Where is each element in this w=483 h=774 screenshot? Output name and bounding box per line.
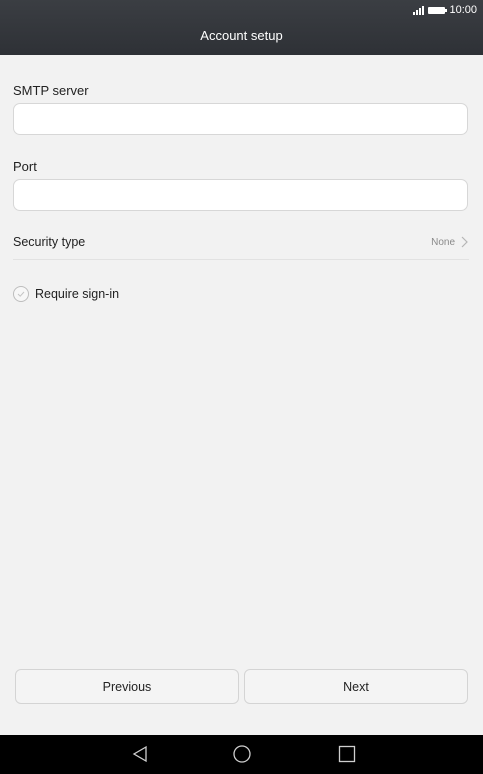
- port-input[interactable]: [13, 179, 468, 211]
- security-type-value-group: None: [431, 236, 469, 248]
- checkbox-circle-icon: [13, 286, 29, 302]
- next-button[interactable]: Next: [244, 669, 468, 704]
- status-time: 10:00: [449, 4, 477, 16]
- app-bar: 10:00 Account setup: [0, 0, 483, 55]
- battery-icon: [428, 6, 448, 14]
- previous-button[interactable]: Previous: [15, 669, 239, 704]
- smtp-server-label: SMTP server: [13, 83, 89, 98]
- signal-icon: [413, 5, 425, 15]
- status-bar: 10:00: [413, 2, 477, 18]
- navigation-bar: [0, 735, 483, 774]
- recent-apps-icon[interactable]: [336, 743, 358, 765]
- chevron-right-icon: [461, 236, 468, 248]
- back-icon[interactable]: [129, 743, 151, 765]
- security-type-row[interactable]: Security type None: [13, 226, 469, 260]
- smtp-server-input[interactable]: [13, 103, 468, 135]
- home-icon[interactable]: [231, 743, 253, 765]
- security-type-value: None: [431, 236, 455, 248]
- security-type-label: Security type: [13, 235, 86, 249]
- require-signin-checkbox[interactable]: Require sign-in: [13, 285, 119, 303]
- require-signin-label: Require sign-in: [35, 287, 120, 301]
- port-label: Port: [13, 159, 37, 174]
- check-icon: [17, 291, 25, 297]
- page-title: Account setup: [200, 28, 283, 43]
